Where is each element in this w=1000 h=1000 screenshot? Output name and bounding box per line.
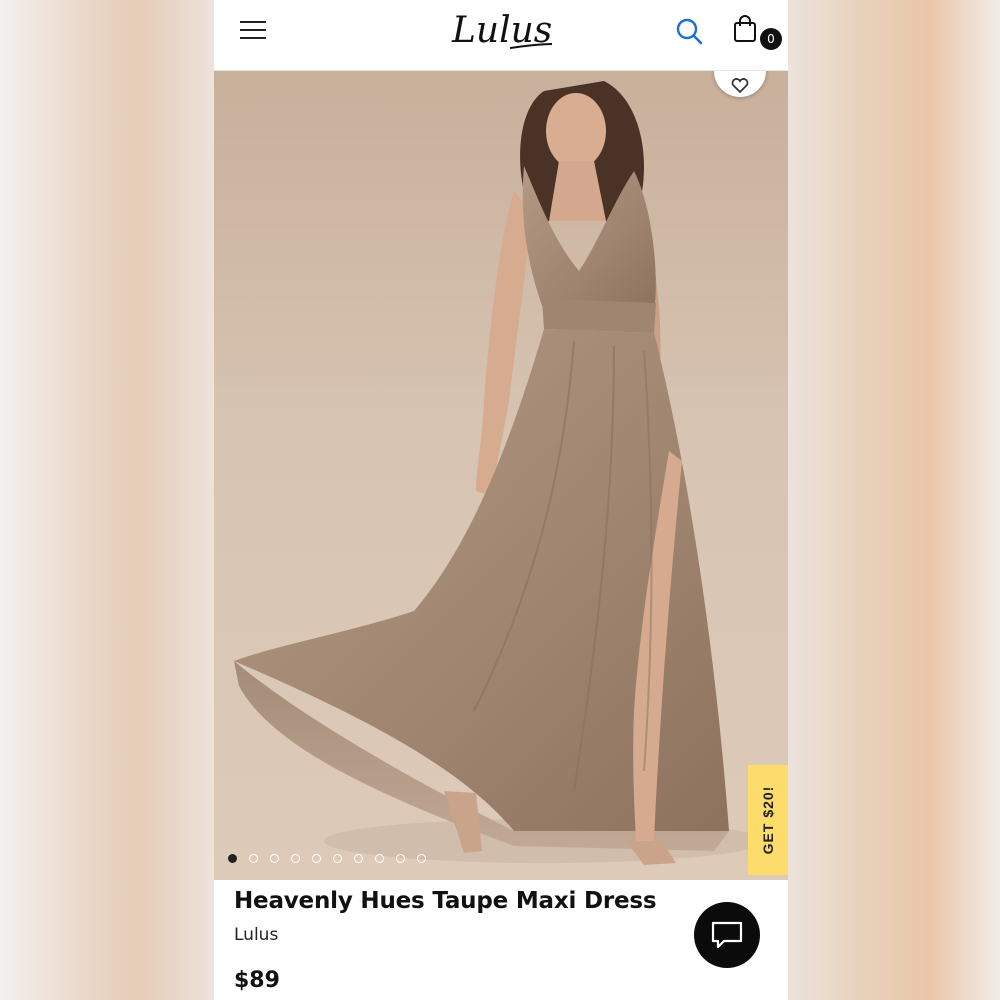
promo-tab[interactable]: GET $20! [748,765,788,875]
cart-count-badge: 0 [760,28,782,50]
favorite-heart-icon [731,78,749,94]
site-header: Lulus 0 [214,0,788,71]
gallery-dot[interactable] [291,854,300,863]
gallery-dot[interactable] [396,854,405,863]
product-image-gallery[interactable]: GET $20! [214,71,788,880]
mobile-page: Lulus 0 GET $20! Heavenly Hues Taupe Max… [214,0,788,1000]
model-in-taupe-maxi-dress-photo [234,81,764,865]
gallery-dot[interactable] [375,854,384,863]
hamburger-menu-icon[interactable] [240,19,268,41]
cart-button[interactable]: 0 [730,14,782,50]
promo-label: GET $20! [760,785,776,855]
search-icon[interactable] [674,16,704,46]
gallery-dot[interactable] [417,854,426,863]
shopping-bag-icon [734,15,756,42]
lulus-logo[interactable]: Lulus [450,8,554,52]
chat-bubble-icon [711,921,743,949]
product-price: $89 [234,968,280,993]
gallery-dot[interactable] [354,854,363,863]
gallery-dot[interactable] [249,854,258,863]
product-brand-link[interactable]: Lulus [234,925,278,945]
gallery-dot[interactable] [333,854,342,863]
gallery-pagination [228,854,426,866]
chat-button[interactable] [694,902,760,968]
gallery-dot[interactable] [312,854,321,863]
gallery-dot[interactable] [228,854,237,863]
gallery-dot[interactable] [270,854,279,863]
product-title: Heavenly Hues Taupe Maxi Dress [234,888,657,914]
